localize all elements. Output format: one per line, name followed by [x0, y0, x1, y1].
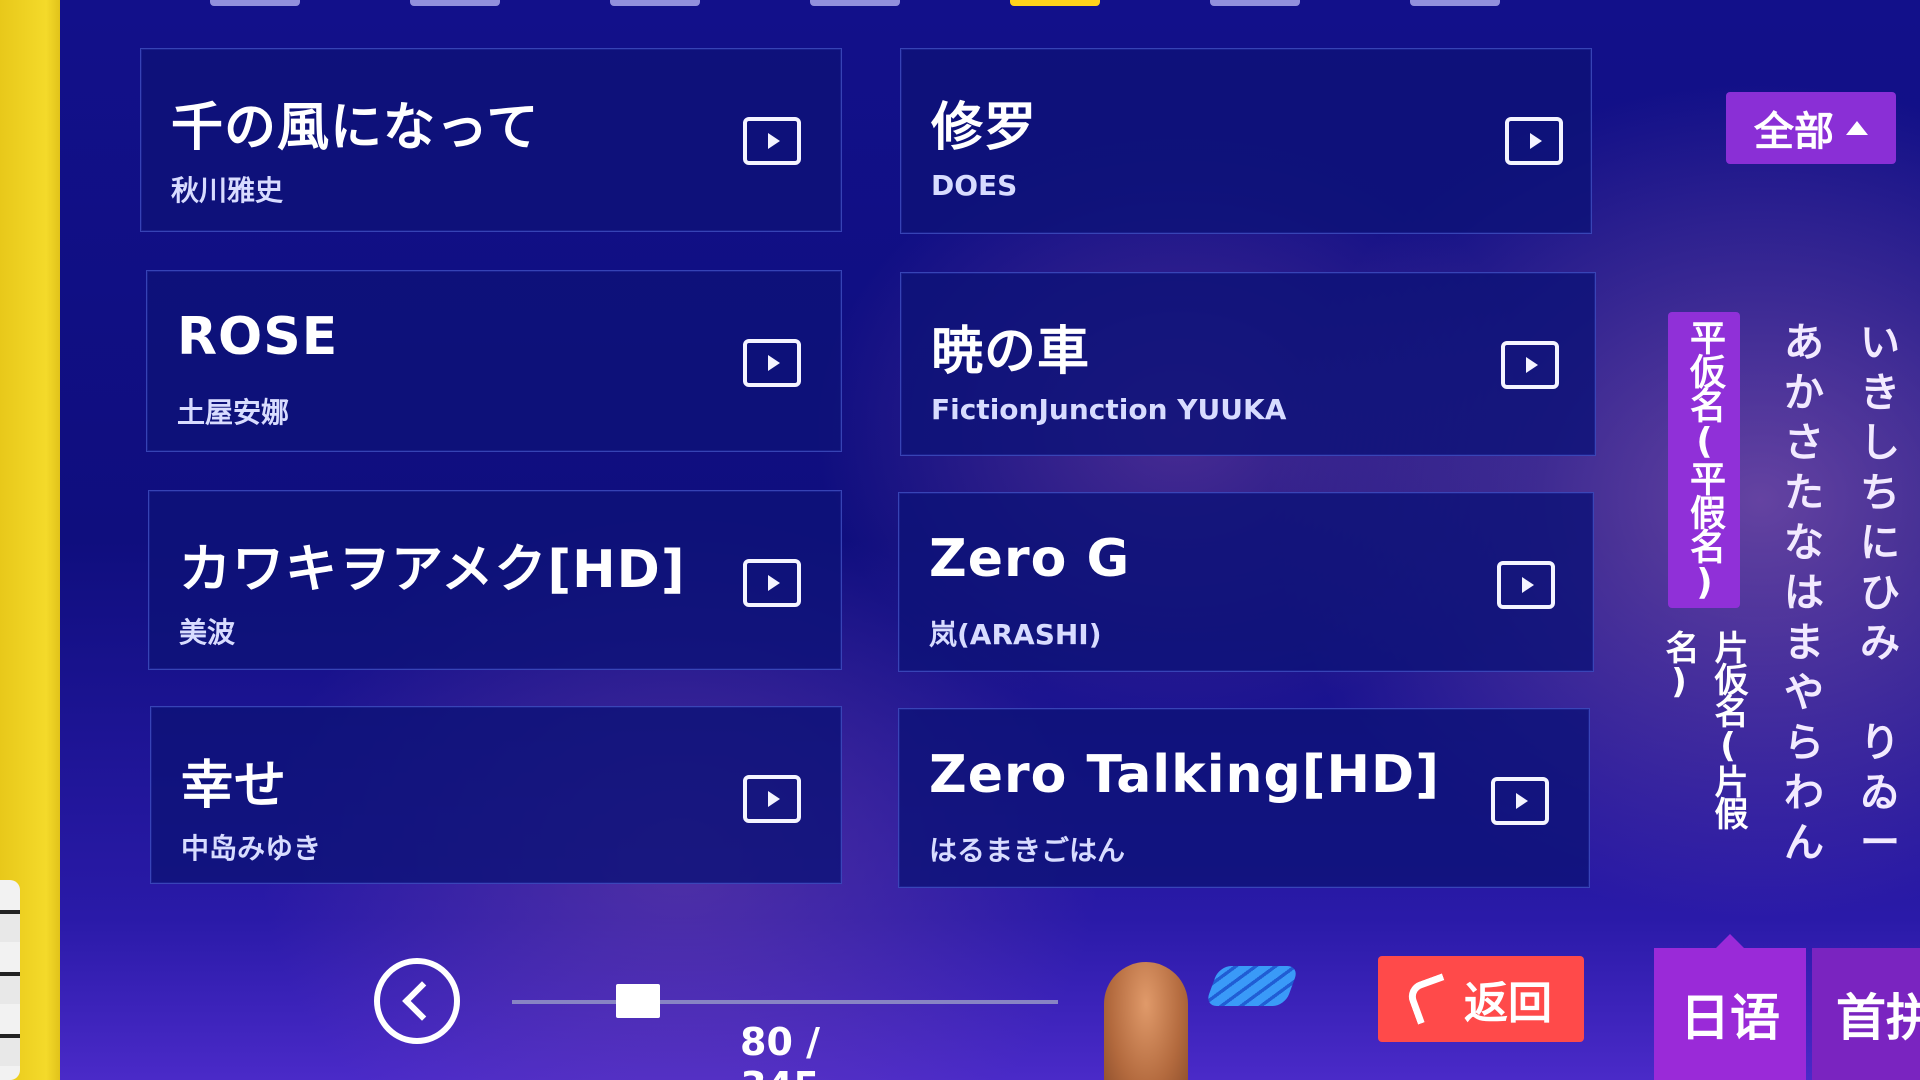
kana-key[interactable]: み	[1860, 618, 1900, 668]
page-slider-thumb[interactable]	[615, 984, 660, 1018]
kana-key[interactable]: ゐ	[1860, 768, 1900, 818]
filter-label: 全部	[1754, 109, 1834, 155]
kana-key[interactable]: ま	[1784, 618, 1824, 668]
kana-key[interactable]: ら	[1784, 718, 1824, 768]
back-label: 返回	[1464, 978, 1552, 1029]
song-artist: はるまきごはん	[929, 834, 1126, 867]
top-tab[interactable]	[1410, 0, 1500, 6]
top-tab[interactable]	[610, 0, 700, 6]
song-card[interactable]: ROSE 土屋安娜	[146, 270, 842, 452]
tab-hiragana[interactable]: 平仮名(平假名)	[1668, 312, 1740, 608]
top-tab[interactable]	[210, 0, 300, 6]
previous-page-button[interactable]	[374, 958, 460, 1044]
tab-japanese[interactable]: 日语	[1654, 934, 1806, 1080]
song-artist: DOES	[931, 169, 1018, 202]
kana-key[interactable]: あ	[1784, 318, 1824, 368]
kana-key[interactable]: た	[1784, 468, 1824, 518]
pointing-finger	[1104, 962, 1188, 1080]
tab-katakana[interactable]: 片仮名(片假名)	[1659, 630, 1748, 880]
kana-key[interactable]: わ	[1784, 768, 1824, 818]
play-icon[interactable]	[743, 775, 801, 823]
kana-key[interactable]: し	[1860, 418, 1900, 468]
kana-index-column-a: あ か さ た な は ま や ら わ ん	[1774, 318, 1834, 868]
page-indicator: 80 / 345	[740, 1020, 820, 1080]
page-slider[interactable]	[512, 1000, 1058, 1004]
play-icon[interactable]	[1505, 117, 1563, 165]
song-title: 幸せ	[181, 756, 288, 816]
song-artist: 岚(ARASHI)	[929, 618, 1102, 651]
top-tab[interactable]	[1210, 0, 1300, 6]
scroll-dots	[1204, 966, 1300, 1006]
play-icon[interactable]	[1491, 777, 1549, 825]
song-title: Zero Talking[HD]	[929, 745, 1440, 805]
song-artist: FictionJunction YUUKA	[931, 393, 1287, 426]
song-card[interactable]: Zero G 岚(ARASHI)	[898, 492, 1594, 672]
song-title: カワキヲアメク[HD]	[179, 540, 686, 600]
play-icon[interactable]	[743, 117, 801, 165]
kana-key[interactable]: は	[1784, 568, 1824, 618]
active-tab-pointer	[1716, 934, 1744, 948]
kana-key[interactable]: い	[1860, 318, 1900, 368]
song-artist: 美波	[179, 616, 236, 649]
photo-frame: 千の風になって 秋川雅史 修罗 DOES ROSE 土屋安娜 暁の車 Ficti…	[0, 0, 1920, 1080]
play-icon[interactable]	[743, 339, 801, 387]
song-card[interactable]: 千の風になって 秋川雅史	[140, 48, 842, 232]
kana-key[interactable]: や	[1784, 668, 1824, 718]
kana-key[interactable]: ひ	[1860, 568, 1900, 618]
kana-key[interactable]: り	[1860, 718, 1900, 768]
back-button[interactable]: 返回	[1378, 956, 1584, 1042]
top-category-tabs	[210, 0, 1910, 10]
kana-key[interactable]: ー	[1860, 818, 1900, 868]
filter-all-button[interactable]: 全部	[1726, 92, 1896, 164]
song-title: 修罗	[931, 98, 1038, 158]
play-icon[interactable]	[743, 559, 801, 607]
kana-key[interactable]: さ	[1784, 418, 1824, 468]
song-artist: 土屋安娜	[177, 396, 290, 429]
song-card[interactable]: カワキヲアメク[HD] 美波	[148, 490, 842, 670]
caret-up-icon	[1846, 121, 1868, 135]
tab-initials[interactable]: 首拼	[1812, 948, 1920, 1080]
kana-key[interactable]: に	[1860, 518, 1900, 568]
kana-key[interactable]: き	[1860, 368, 1900, 418]
device-bezel	[0, 0, 66, 1080]
kana-key[interactable]: な	[1784, 518, 1824, 568]
song-title: ROSE	[177, 307, 339, 367]
play-icon[interactable]	[1501, 341, 1559, 389]
song-artist: 中岛みゆき	[181, 832, 322, 865]
chevron-left-icon	[402, 981, 442, 1021]
song-card[interactable]: 暁の車 FictionJunction YUUKA	[900, 272, 1596, 456]
song-title: 暁の車	[931, 322, 1091, 382]
kana-index-column-i: い き し ち に ひ み り ゐ ー	[1850, 318, 1910, 868]
song-card[interactable]: Zero Talking[HD] はるまきごはん	[898, 708, 1590, 888]
top-tab[interactable]	[410, 0, 500, 6]
song-card[interactable]: 修罗 DOES	[900, 48, 1592, 234]
song-title: Zero G	[929, 529, 1131, 589]
kana-key[interactable]: ち	[1860, 468, 1900, 518]
song-card[interactable]: 幸せ 中岛みゆき	[150, 706, 842, 884]
tab-label: 首拼	[1836, 989, 1920, 1047]
play-icon[interactable]	[1497, 561, 1555, 609]
kana-key[interactable]: ん	[1784, 818, 1824, 868]
tab-label: 日语	[1680, 989, 1780, 1047]
return-arrow-icon	[1404, 973, 1456, 1025]
kana-key[interactable]: か	[1784, 368, 1824, 418]
top-tab[interactable]	[810, 0, 900, 6]
bezel-sticker	[0, 880, 20, 1080]
top-tab-active[interactable]	[1010, 0, 1100, 6]
song-title: 千の風になって	[171, 98, 540, 158]
song-artist: 秋川雅史	[171, 174, 284, 207]
